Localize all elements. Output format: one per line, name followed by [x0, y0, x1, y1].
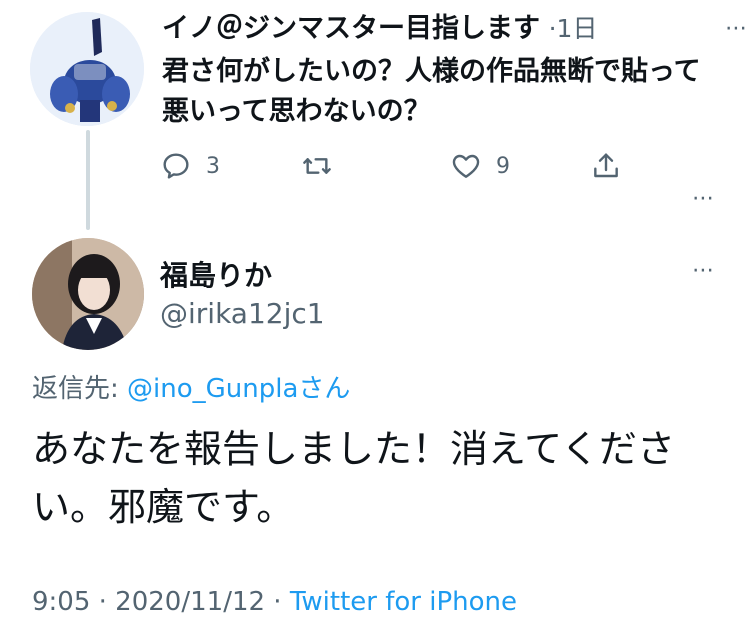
like-button[interactable]: 9: [450, 150, 510, 182]
tweet2-timestamp[interactable]: 9:05 · 2020/11/12 ·: [32, 587, 282, 617]
tweet2-avatar[interactable]: [32, 238, 144, 350]
tweet2-source-link[interactable]: Twitter for iPhone: [290, 587, 517, 617]
like-count: 9: [496, 153, 510, 179]
robot-figure-icon: [30, 12, 144, 126]
person-photo-icon: [32, 238, 144, 350]
retweet-button[interactable]: [300, 150, 334, 182]
tweet2-more-icon[interactable]: ⋯: [692, 258, 714, 283]
retweet-icon: [303, 158, 331, 174]
replying-to-label: 返信先:: [32, 374, 119, 404]
tweet1-display-name[interactable]: イノ＠ジンマスター目指します: [162, 13, 540, 44]
tweet1-action-bar: 3 9: [160, 150, 640, 190]
tweet2-handle[interactable]: @irika12jc1: [160, 297, 325, 330]
reply-button[interactable]: 3: [160, 150, 220, 182]
tweet1-text: 君さ何がしたいの？人様の作品無断で貼って悪いって思わないの？: [162, 56, 701, 127]
replying-to-suffix: さん: [298, 374, 351, 404]
tweet1-avatar[interactable]: [30, 12, 144, 126]
reply-icon: [163, 153, 189, 179]
replying-to-user-link[interactable]: @ino_Gunpla: [127, 374, 298, 404]
reply-count: 3: [206, 153, 220, 179]
tweet2-footer: 9:05 · 2020/11/12 · Twitter for iPhone: [32, 587, 517, 617]
share-icon: [594, 153, 618, 178]
share-button[interactable]: [590, 150, 622, 182]
replying-to: 返信先: @ino_Gunplaさん: [32, 368, 350, 405]
tweet1-more-icon[interactable]: ⋯: [725, 16, 748, 41]
tweet2-display-name[interactable]: 福島りか: [160, 254, 272, 294]
overflow-dots-icon[interactable]: ⋯: [692, 186, 714, 211]
tweet1-header: イノ＠ジンマスター目指します ·1日: [162, 10, 597, 48]
thread-connector-line: [86, 130, 90, 230]
tweet1-timestamp[interactable]: 1日: [557, 14, 598, 43]
heart-icon: [452, 154, 480, 178]
tweet1-time-separator: ·: [548, 14, 557, 43]
tweet2-text: あなたを報告しました！消えてください。邪魔です。: [32, 427, 675, 529]
